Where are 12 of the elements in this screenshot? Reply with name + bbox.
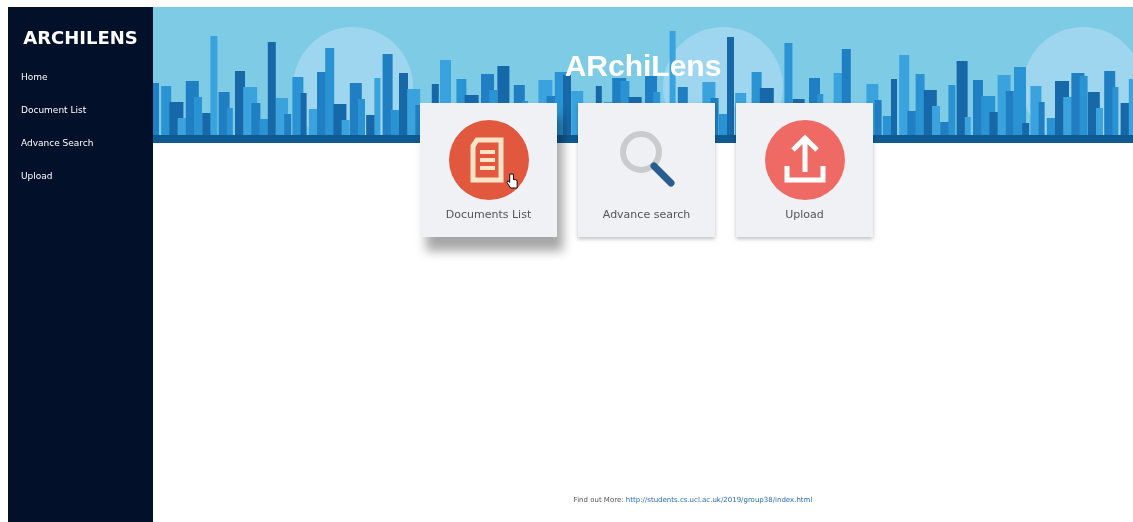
document-icon <box>448 120 529 200</box>
banner-title: ARchiLens <box>564 49 722 84</box>
sidebar-item[interactable]: Advance Search <box>8 138 107 148</box>
menu-card[interactable]: Upload <box>736 103 873 237</box>
menu-card[interactable]: Advance search <box>578 103 715 237</box>
sidebar-title: ARCHILENS <box>22 27 139 48</box>
upload-icon <box>764 120 845 200</box>
sidebar-item[interactable]: Upload <box>8 171 66 181</box>
sidebar-item[interactable]: Document List <box>8 105 100 115</box>
menu-card[interactable]: Documents List <box>420 103 557 237</box>
sidebar-item[interactable]: Home <box>8 72 61 82</box>
hand-cursor-icon <box>506 173 519 190</box>
